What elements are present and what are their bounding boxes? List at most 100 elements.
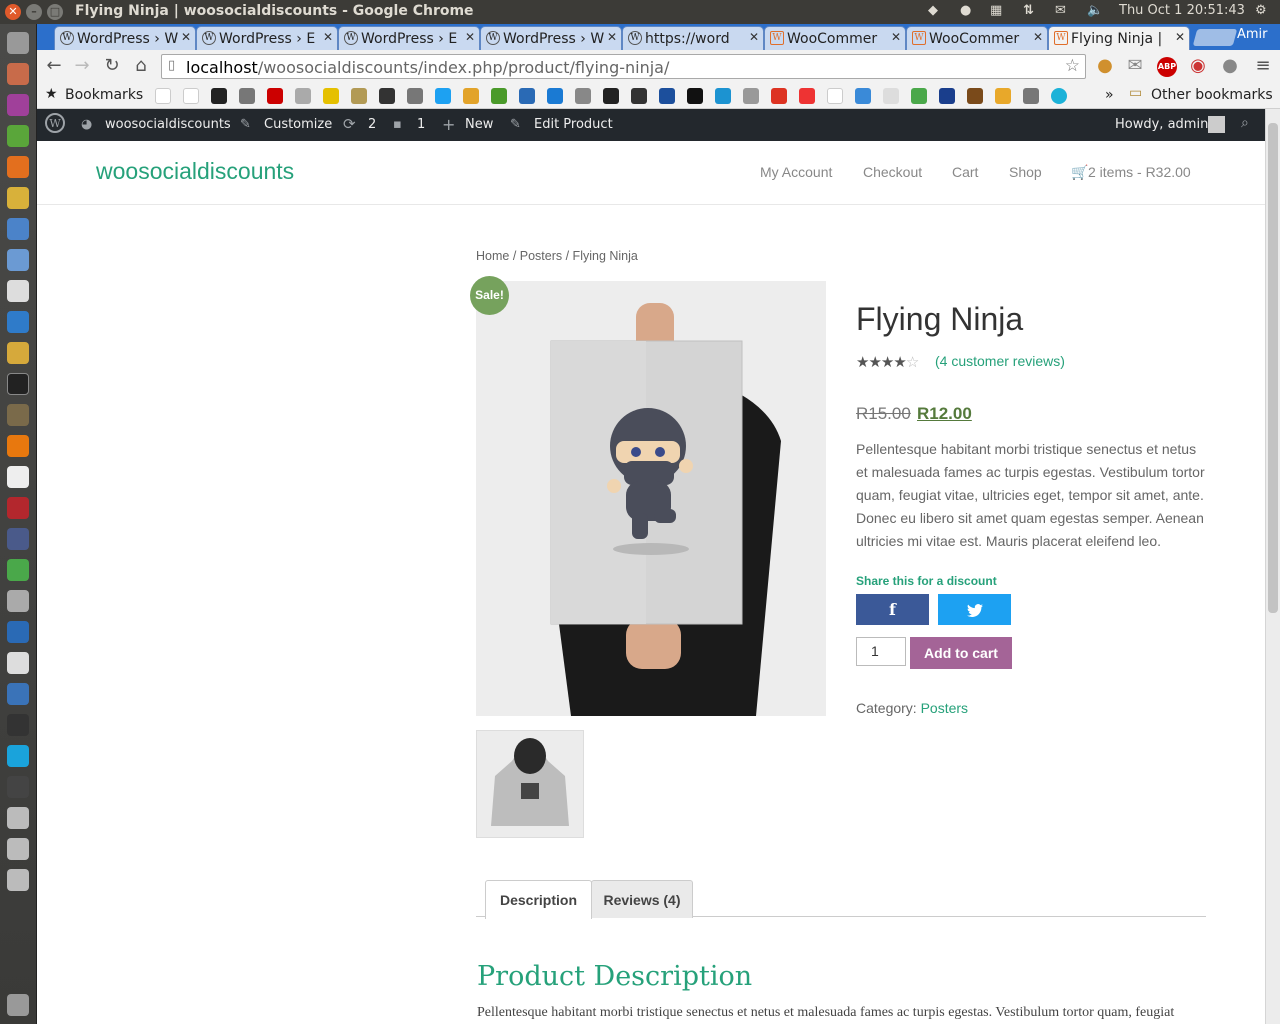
close-tab-icon[interactable]: ✕ bbox=[1033, 30, 1043, 44]
browser-tab[interactable]: W WooCommer ✕ bbox=[906, 26, 1048, 50]
browser-tab[interactable]: W WordPress › E ✕ bbox=[338, 26, 480, 50]
maximize-window-button[interactable]: □ bbox=[47, 4, 63, 20]
scrollbar-thumb[interactable] bbox=[1268, 123, 1278, 613]
skype-icon[interactable] bbox=[7, 745, 29, 767]
bookmark-icon[interactable] bbox=[463, 88, 479, 104]
bookmark-icon[interactable] bbox=[659, 88, 675, 104]
workspaces-icon[interactable]: ▦ bbox=[990, 3, 1002, 18]
minimize-window-button[interactable]: – bbox=[26, 4, 42, 20]
new-tab-button[interactable] bbox=[1192, 29, 1238, 46]
clock-icon[interactable] bbox=[7, 652, 29, 674]
drive-icon[interactable] bbox=[7, 869, 29, 891]
browser-tab[interactable]: W WordPress › W ✕ bbox=[480, 26, 622, 50]
app-icon[interactable] bbox=[7, 776, 29, 798]
text-editor-icon[interactable] bbox=[7, 280, 29, 302]
bookmark-icon[interactable] bbox=[351, 88, 367, 104]
search-icon[interactable]: ⌕ bbox=[1241, 115, 1249, 131]
app-icon[interactable] bbox=[7, 683, 29, 705]
browser-tab-active[interactable]: W Flying Ninja | ✕ bbox=[1048, 26, 1190, 50]
clock[interactable]: Thu Oct 1 20:51:43 bbox=[1119, 3, 1245, 18]
cookie-extension-icon[interactable]: ● bbox=[1094, 55, 1116, 76]
close-tab-icon[interactable]: ✕ bbox=[1175, 30, 1185, 44]
cart-summary[interactable]: 2 items - R32.00 bbox=[1088, 164, 1191, 180]
bookmark-icon[interactable] bbox=[883, 88, 899, 104]
comments-count[interactable]: 1 bbox=[417, 117, 425, 132]
menu-my-account[interactable]: My Account bbox=[760, 164, 832, 180]
tab-description[interactable]: Description bbox=[485, 880, 592, 919]
product-gallery-thumbnail[interactable] bbox=[476, 730, 584, 838]
vlc-icon[interactable] bbox=[7, 435, 29, 457]
extension-icon[interactable]: ◉ bbox=[1187, 55, 1209, 76]
wordpress-logo-icon[interactable]: W bbox=[45, 113, 65, 133]
profile-name[interactable]: Amir bbox=[1237, 27, 1268, 42]
bookmark-icon[interactable] bbox=[967, 88, 983, 104]
app-icon[interactable] bbox=[7, 94, 29, 116]
writer-icon[interactable] bbox=[7, 311, 29, 333]
bookmark-icon[interactable] bbox=[379, 88, 395, 104]
dash-icon[interactable] bbox=[7, 32, 29, 54]
browser-tab[interactable]: Whttps://word ✕ bbox=[622, 26, 764, 50]
extension-icon[interactable]: ● bbox=[1219, 55, 1241, 76]
site-title[interactable]: woosocialdiscounts bbox=[96, 158, 294, 185]
chrome-menu-icon[interactable]: ≡ bbox=[1252, 55, 1274, 76]
app-icon[interactable] bbox=[7, 621, 29, 643]
app-icon[interactable] bbox=[7, 404, 29, 426]
app-icon[interactable] bbox=[7, 528, 29, 550]
comments-icon[interactable]: ▪ bbox=[393, 117, 402, 132]
bookmark-icon[interactable] bbox=[855, 88, 871, 104]
bookmark-icon[interactable] bbox=[799, 88, 815, 104]
cart-icon[interactable]: 🛒 bbox=[1071, 164, 1088, 181]
other-bookmarks[interactable]: Other bookmarks bbox=[1151, 87, 1273, 103]
digg-bookmark-icon[interactable] bbox=[687, 88, 703, 104]
customer-reviews-link[interactable]: (4 customer reviews) bbox=[935, 353, 1065, 369]
drive-icon[interactable] bbox=[7, 807, 29, 829]
firefox-icon[interactable] bbox=[7, 156, 29, 178]
menu-cart[interactable]: Cart bbox=[952, 164, 978, 180]
menu-checkout[interactable]: Checkout bbox=[863, 164, 922, 180]
back-icon[interactable]: ← bbox=[43, 55, 65, 76]
customize-link[interactable]: Customize bbox=[264, 117, 332, 132]
bookmark-icon[interactable] bbox=[1023, 88, 1039, 104]
howdy-user[interactable]: Howdy, admin bbox=[1115, 117, 1208, 132]
bookmark-icon[interactable] bbox=[519, 88, 535, 104]
imdb-bookmark-icon[interactable] bbox=[323, 88, 339, 104]
admin-site-name[interactable]: woosocialdiscounts bbox=[105, 117, 231, 132]
dropbox-icon[interactable]: ◆ bbox=[928, 3, 938, 18]
paypal-bookmark-icon[interactable] bbox=[939, 88, 955, 104]
category-link[interactable]: Posters bbox=[921, 700, 968, 716]
bookmark-icon[interactable] bbox=[575, 88, 591, 104]
browser-tab[interactable]: W WordPress › W ✕ bbox=[54, 26, 196, 50]
youtube-bookmark-icon[interactable] bbox=[267, 88, 283, 104]
app-icon[interactable] bbox=[7, 559, 29, 581]
bookmarks-overflow-button[interactable]: » bbox=[1105, 87, 1114, 103]
app-icon[interactable] bbox=[7, 714, 29, 736]
close-tab-icon[interactable]: ✕ bbox=[749, 30, 759, 44]
chat-icon[interactable]: ● bbox=[960, 3, 971, 18]
amazon-bookmark-icon[interactable] bbox=[183, 88, 199, 104]
volume-icon[interactable]: 🔈 bbox=[1087, 3, 1103, 18]
filezilla-icon[interactable] bbox=[7, 497, 29, 519]
bookmark-icon[interactable] bbox=[1051, 88, 1067, 104]
reload-icon[interactable]: ↻ bbox=[101, 55, 123, 76]
tab-reviews[interactable]: Reviews (4) bbox=[591, 880, 693, 918]
network-icon[interactable]: ⇅ bbox=[1023, 3, 1034, 18]
edit-product-link[interactable]: Edit Product bbox=[534, 117, 613, 132]
close-window-button[interactable]: ✕ bbox=[5, 4, 21, 20]
app-icon[interactable] bbox=[7, 466, 29, 488]
bookmark-icon[interactable] bbox=[211, 88, 227, 104]
bookmark-icon[interactable] bbox=[743, 88, 759, 104]
page-scrollbar[interactable] bbox=[1265, 109, 1280, 1024]
chrome-icon[interactable] bbox=[7, 187, 29, 209]
close-tab-icon[interactable]: ✕ bbox=[891, 30, 901, 44]
bookmark-star-icon[interactable]: ☆ bbox=[1065, 56, 1080, 76]
trash-icon[interactable] bbox=[7, 994, 29, 1016]
app-icon[interactable] bbox=[7, 249, 29, 271]
close-tab-icon[interactable]: ✕ bbox=[323, 30, 333, 44]
bookmark-icon[interactable] bbox=[603, 88, 619, 104]
page-info-icon[interactable]: ▯ bbox=[168, 58, 175, 73]
browser-tab[interactable]: W WordPress › E ✕ bbox=[196, 26, 338, 50]
close-tab-icon[interactable]: ✕ bbox=[465, 30, 475, 44]
product-main-image[interactable] bbox=[476, 281, 826, 716]
close-tab-icon[interactable]: ✕ bbox=[607, 30, 617, 44]
twitter-bookmark-icon[interactable] bbox=[435, 88, 451, 104]
